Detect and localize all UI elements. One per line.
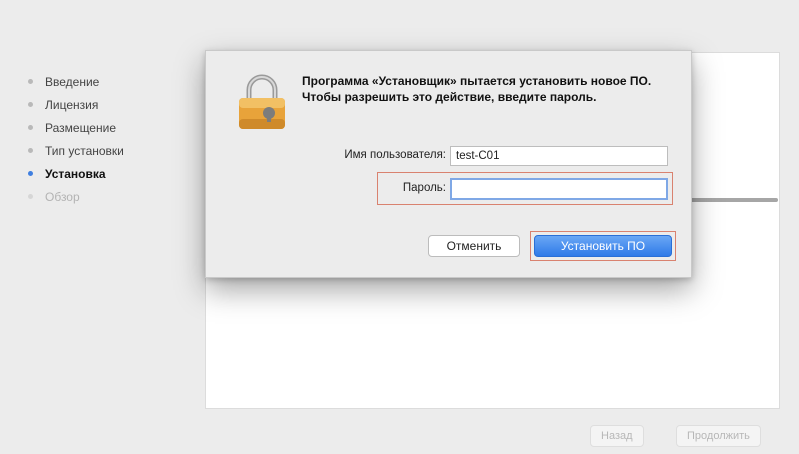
install-progress-bar <box>685 198 778 202</box>
back-button[interactable]: Назад <box>590 425 644 447</box>
step-bullet <box>28 102 33 107</box>
step-installation: Установка <box>28 162 198 185</box>
password-field[interactable] <box>450 178 668 200</box>
step-installation-type: Тип установки <box>28 139 198 162</box>
step-label: Размещение <box>45 120 116 135</box>
lock-icon <box>239 74 285 129</box>
installer-steps-sidebar: Введение Лицензия Размещение Тип установ… <box>28 70 198 208</box>
step-bullet <box>28 79 33 84</box>
cancel-button[interactable]: Отменить <box>428 235 520 257</box>
username-label: Имя пользователя: <box>344 149 446 161</box>
step-label: Введение <box>45 74 100 89</box>
step-label: Обзор <box>45 189 80 204</box>
install-software-button[interactable]: Установить ПО <box>534 235 672 257</box>
step-label: Установка <box>45 166 106 181</box>
step-bullet <box>28 125 33 130</box>
step-introduction: Введение <box>28 70 198 93</box>
step-summary: Обзор <box>28 185 198 208</box>
dialog-message: Программа «Установщик» пытается установи… <box>302 74 652 104</box>
step-destination: Размещение <box>28 116 198 139</box>
authentication-dialog: Программа «Установщик» пытается установи… <box>205 50 692 278</box>
password-label: Пароль: <box>402 182 446 194</box>
step-label: Лицензия <box>45 97 99 112</box>
installer-window: Введение Лицензия Размещение Тип установ… <box>0 0 799 454</box>
step-bullet-active <box>28 171 33 176</box>
step-bullet <box>28 194 33 199</box>
username-field[interactable]: test-C01 <box>450 146 668 166</box>
step-label: Тип установки <box>45 143 124 158</box>
step-bullet <box>28 148 33 153</box>
step-license: Лицензия <box>28 93 198 116</box>
continue-button[interactable]: Продолжить <box>676 425 761 447</box>
